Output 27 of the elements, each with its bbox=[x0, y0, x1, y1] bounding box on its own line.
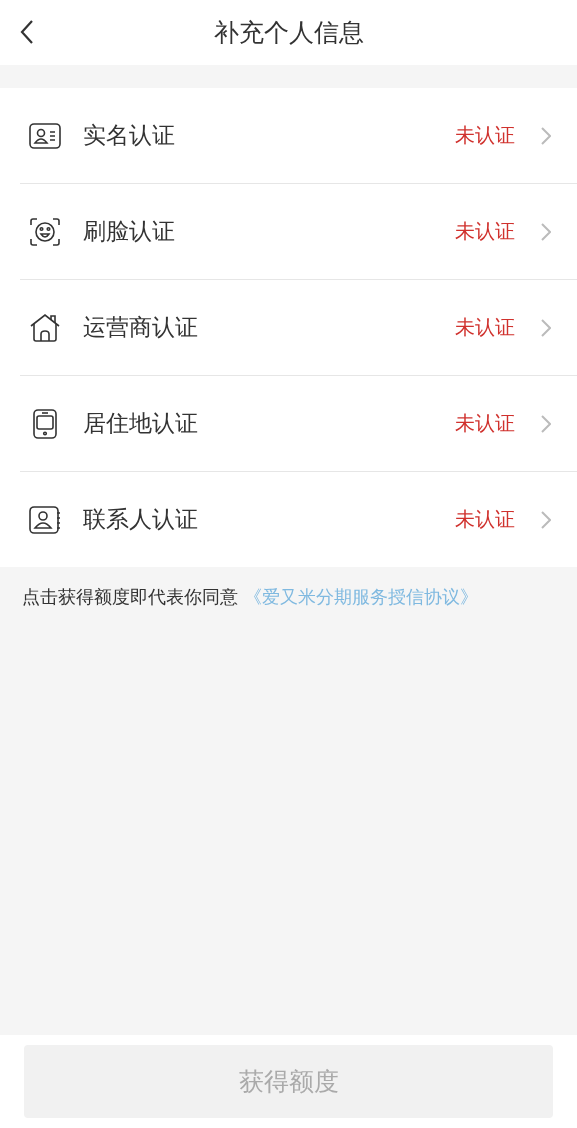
contact-card-icon bbox=[29, 504, 61, 535]
item-label: 联系人认证 bbox=[83, 505, 199, 534]
verification-item[interactable]: 居住地认证 未认证 bbox=[20, 376, 577, 472]
status-label: 未认证 bbox=[455, 314, 515, 341]
item-label: 实名认证 bbox=[83, 121, 176, 150]
chevron-right-icon bbox=[541, 318, 551, 337]
item-label: 刷脸认证 bbox=[83, 217, 176, 246]
status-label: 未认证 bbox=[455, 410, 515, 437]
chevron-right-icon bbox=[541, 222, 551, 241]
back-icon[interactable] bbox=[20, 19, 34, 45]
verification-item[interactable]: 实名认证 未认证 bbox=[20, 88, 577, 184]
chevron-right-icon bbox=[541, 510, 551, 529]
house-icon bbox=[29, 312, 61, 343]
status-label: 未认证 bbox=[455, 122, 515, 149]
item-label: 居住地认证 bbox=[83, 409, 199, 438]
id-card-icon bbox=[29, 121, 61, 150]
verification-item[interactable]: 联系人认证 未认证 bbox=[20, 472, 577, 567]
status-label: 未认证 bbox=[455, 506, 515, 533]
page-title: 补充个人信息 bbox=[213, 17, 364, 49]
chevron-right-icon bbox=[541, 414, 551, 433]
verification-item[interactable]: 刷脸认证 未认证 bbox=[20, 184, 577, 280]
status-label: 未认证 bbox=[455, 218, 515, 245]
verification-item[interactable]: 运营商认证 未认证 bbox=[20, 280, 577, 376]
item-label: 运营商认证 bbox=[83, 313, 199, 342]
face-scan-icon bbox=[29, 216, 61, 247]
chevron-right-icon bbox=[541, 126, 551, 145]
agreement-text: 点击获得额度即代表你同意 《爱又米分期服务授信协议》 bbox=[22, 585, 479, 609]
